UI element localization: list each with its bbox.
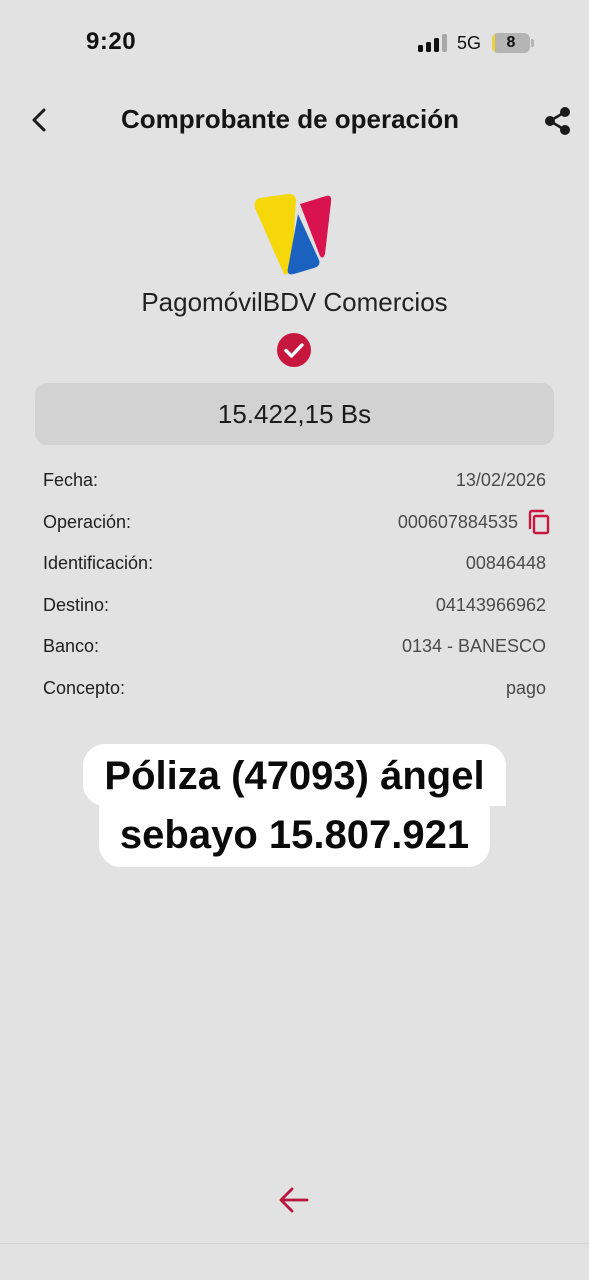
share-icon	[545, 107, 570, 135]
detail-label: Concepto:	[43, 677, 126, 698]
detail-row-fecha: Fecha: 13/02/2026	[43, 460, 546, 502]
detail-label: Identificación:	[43, 553, 154, 574]
status-bar: 9:20 5G 8	[0, 0, 589, 88]
detail-value: 000607884535	[397, 511, 518, 532]
share-button[interactable]	[538, 102, 576, 140]
arrow-left-icon	[279, 1187, 309, 1213]
detail-value: 0134 - BANESCO	[401, 636, 546, 657]
detail-value: 13/02/2026	[455, 470, 546, 491]
detail-label: Banco:	[43, 636, 100, 657]
detail-label: Operación:	[43, 511, 132, 532]
detail-value: 00846448	[465, 553, 546, 574]
page-title: Comprobante de operación	[120, 104, 460, 134]
detail-row-identificacion: Identificación: 00846448	[43, 543, 546, 585]
detail-value: pago	[505, 677, 546, 698]
brand-name: PagomóvilBDV Comercios	[141, 287, 448, 317]
detail-row-banco: Banco: 0134 - BANESCO	[43, 626, 546, 668]
battery-level: 8	[506, 34, 516, 51]
pagomovil-bdv-logo	[254, 193, 332, 275]
detail-row-destino: Destino: 04143966962	[43, 585, 546, 627]
detail-value: 04143966962	[435, 594, 546, 615]
operation-value-group: 000607884535	[397, 509, 550, 535]
overlay-line-2: sebayo 15.807.921	[98, 805, 491, 867]
detail-label: Destino:	[43, 594, 110, 615]
back-button[interactable]	[22, 102, 58, 138]
detail-row-concepto: Concepto: pago	[43, 668, 546, 710]
battery-cap	[531, 39, 534, 47]
detail-row-operacion: Operación: 000607884535	[43, 502, 550, 544]
chevron-left-icon	[32, 108, 46, 132]
signal-strength-icon	[418, 34, 448, 52]
battery-icon: 8	[492, 33, 530, 53]
overlay-caption: Póliza (47093) ángel sebayo 15.807.921	[0, 744, 589, 867]
overlay-line-1: Póliza (47093) ángel	[83, 744, 506, 806]
details-list: Fecha: 13/02/2026 Operación: 00060788453…	[43, 460, 550, 710]
copy-icon[interactable]	[526, 509, 552, 535]
check-circle-icon	[277, 333, 311, 367]
status-time: 9:20	[86, 28, 137, 55]
network-type: 5G	[457, 33, 482, 53]
bottom-divider	[0, 1243, 589, 1244]
amount-card: 15.422,15 Bs	[35, 383, 554, 445]
detail-label: Fecha:	[43, 470, 99, 491]
bottom-back-button[interactable]	[276, 1182, 312, 1218]
amount-value: 15.422,15 Bs	[217, 398, 372, 429]
